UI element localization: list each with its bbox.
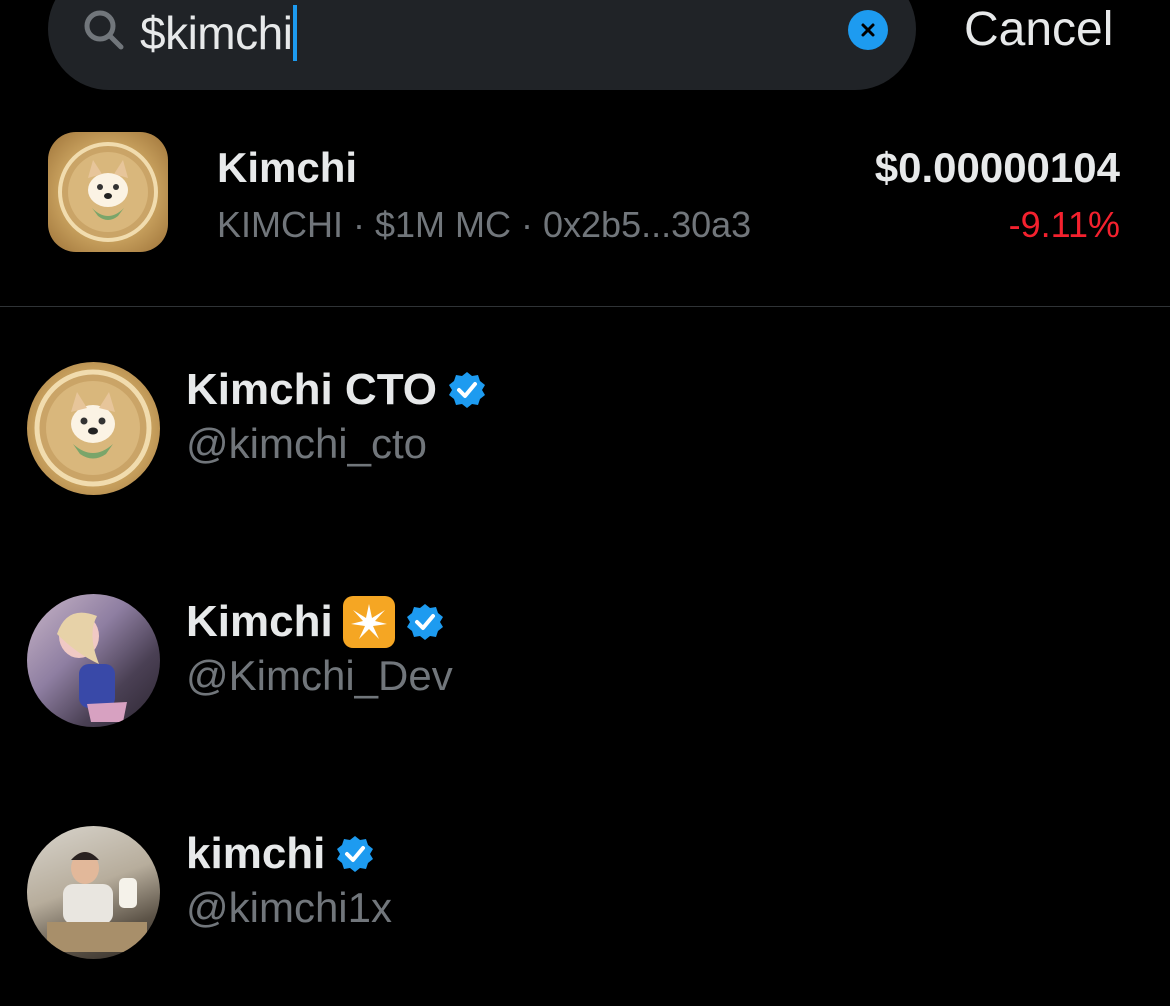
avatar	[27, 826, 160, 959]
token-price-change: -9.11%	[1008, 204, 1120, 245]
avatar	[27, 362, 160, 495]
user-display-name: Kimchi	[186, 594, 445, 650]
user-display-name: kimchi	[186, 826, 375, 882]
user-name-text: kimchi	[186, 829, 326, 878]
token-meta: KIMCHI · $1M MC · 0x2b5...30a3	[217, 204, 752, 245]
shiba-coin-icon	[34, 369, 152, 487]
divider	[0, 306, 1170, 307]
text-caret	[293, 5, 298, 61]
token-price: $0.00000104	[874, 144, 1120, 191]
avatar	[27, 594, 160, 727]
person-photo	[57, 612, 127, 722]
user-result-row[interactable]: Kimchi CTO @kimchi_cto	[0, 362, 1170, 542]
verified-badge-icon	[337, 836, 374, 872]
search-input[interactable]: $kimchi	[140, 0, 298, 66]
person-photo	[47, 852, 147, 952]
clear-search-button[interactable]	[848, 10, 888, 50]
user-handle: @kimchi_cto	[186, 420, 428, 467]
search-icon	[84, 10, 124, 50]
user-result-row[interactable]: Kimchi @Kimchi_Dev	[0, 594, 1170, 774]
verified-badge-icon	[406, 604, 443, 640]
user-handle: @Kimchi_Dev	[186, 652, 453, 699]
sparkle-emoji-icon	[342, 596, 395, 648]
cancel-button[interactable]: Cancel	[964, 2, 1113, 57]
user-name-text: Kimchi CTO	[186, 365, 438, 414]
verified-badge-icon	[449, 372, 486, 408]
token-result-row[interactable]: Kimchi KIMCHI · $1M MC · 0x2b5...30a3 $0…	[0, 110, 1170, 306]
user-handle: @kimchi1x	[186, 884, 393, 931]
user-name-text: Kimchi	[186, 597, 333, 646]
close-icon	[861, 23, 875, 37]
token-logo	[48, 132, 168, 252]
search-query-text: $kimchi	[140, 7, 293, 59]
token-name: Kimchi	[217, 144, 358, 191]
shiba-coin-icon	[58, 142, 158, 242]
user-result-row[interactable]: kimchi @kimchi1x	[0, 826, 1170, 1006]
user-display-name: Kimchi CTO	[186, 362, 487, 418]
